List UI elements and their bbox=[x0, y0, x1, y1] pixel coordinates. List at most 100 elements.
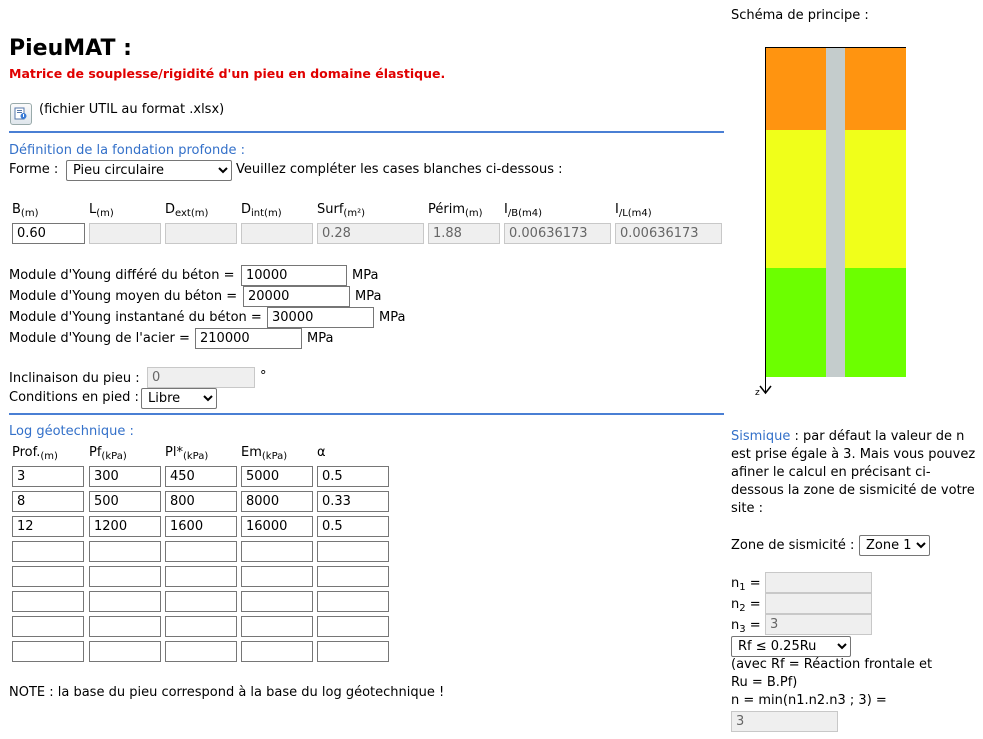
module-moyen-input[interactable] bbox=[243, 286, 350, 307]
log-cell[interactable] bbox=[317, 641, 389, 662]
log-column-header: α bbox=[317, 445, 326, 460]
log-cell[interactable] bbox=[317, 616, 389, 637]
log-cell[interactable] bbox=[317, 466, 389, 487]
module-acier-label: Module d'Young de l'acier = bbox=[9, 331, 190, 346]
log-cell[interactable] bbox=[241, 491, 313, 512]
log-cell[interactable] bbox=[165, 641, 237, 662]
module-differe-input[interactable] bbox=[241, 265, 347, 286]
param-input[interactable] bbox=[615, 223, 722, 244]
log-cell[interactable] bbox=[165, 491, 237, 512]
log-cell[interactable] bbox=[241, 541, 313, 562]
log-cell[interactable] bbox=[317, 566, 389, 587]
log-cell[interactable] bbox=[89, 491, 161, 512]
log-cell[interactable] bbox=[165, 591, 237, 612]
param-header: Dext(m) bbox=[165, 202, 209, 219]
n1-input[interactable] bbox=[765, 572, 872, 593]
log-cell[interactable] bbox=[89, 591, 161, 612]
instructions-text: Veuillez compléter les cases blanches ci… bbox=[236, 162, 563, 177]
log-cell[interactable] bbox=[89, 566, 161, 587]
conditions-label: Conditions en pied : bbox=[9, 390, 139, 405]
inclinaison-input[interactable] bbox=[147, 367, 255, 388]
param-input[interactable] bbox=[504, 223, 611, 244]
n3-label: n3 = bbox=[731, 618, 761, 635]
log-cell[interactable] bbox=[12, 566, 84, 587]
depth-axis bbox=[765, 47, 766, 392]
log-cell[interactable] bbox=[12, 591, 84, 612]
log-cell[interactable] bbox=[317, 541, 389, 562]
file-download-icon bbox=[14, 107, 27, 120]
module-differe-unit: MPa bbox=[352, 268, 379, 283]
log-cell[interactable] bbox=[89, 616, 161, 637]
page-subtitle: Matrice de souplesse/rigidité d'un pieu … bbox=[9, 66, 446, 81]
axis-arrow-icon bbox=[759, 385, 772, 395]
module-acier-input[interactable] bbox=[195, 328, 302, 349]
log-cell[interactable] bbox=[165, 516, 237, 537]
log-cell[interactable] bbox=[89, 516, 161, 537]
section-log-title: Log géotechnique : bbox=[9, 424, 134, 439]
log-cell[interactable] bbox=[317, 591, 389, 612]
n3-input[interactable] bbox=[765, 614, 872, 635]
log-cell[interactable] bbox=[241, 516, 313, 537]
module-moyen-label: Module d'Young moyen du béton = bbox=[9, 289, 238, 304]
log-cell[interactable] bbox=[317, 491, 389, 512]
param-input[interactable] bbox=[241, 223, 313, 244]
divider bbox=[9, 131, 724, 133]
ground-line bbox=[765, 47, 906, 48]
forme-label: Forme : bbox=[9, 162, 59, 177]
avec-text-line1: (avec Rf = Réaction frontale et bbox=[731, 657, 933, 672]
log-cell[interactable] bbox=[317, 516, 389, 537]
log-cell[interactable] bbox=[12, 641, 84, 662]
module-instantane-unit: MPa bbox=[379, 310, 406, 325]
log-cell[interactable] bbox=[12, 616, 84, 637]
log-cell[interactable] bbox=[165, 466, 237, 487]
param-header: Surf(m²) bbox=[317, 202, 365, 219]
param-input[interactable] bbox=[89, 223, 161, 244]
n-result-input[interactable] bbox=[731, 711, 838, 732]
log-column-header: Pl*(kPa) bbox=[165, 445, 209, 462]
log-cell[interactable] bbox=[241, 466, 313, 487]
param-input[interactable] bbox=[165, 223, 237, 244]
rf-select[interactable]: Rf ≤ 0.25Ru bbox=[731, 636, 851, 657]
param-input[interactable] bbox=[428, 223, 500, 244]
param-header: I/B(m4) bbox=[504, 202, 542, 219]
conditions-select[interactable]: Libre bbox=[141, 388, 217, 409]
log-cell[interactable] bbox=[12, 516, 84, 537]
log-column-header: Prof.(m) bbox=[12, 445, 58, 462]
log-note: NOTE : la base du pieu correspond à la b… bbox=[9, 685, 445, 700]
page-title: PieuMAT : bbox=[9, 36, 132, 61]
param-header: B(m) bbox=[12, 202, 39, 219]
n1-label: n1 = bbox=[731, 576, 761, 593]
log-cell[interactable] bbox=[241, 616, 313, 637]
log-cell[interactable] bbox=[165, 566, 237, 587]
log-cell[interactable] bbox=[165, 541, 237, 562]
log-cell[interactable] bbox=[12, 466, 84, 487]
param-input[interactable] bbox=[317, 223, 424, 244]
log-cell[interactable] bbox=[165, 616, 237, 637]
log-cell[interactable] bbox=[241, 591, 313, 612]
log-cell[interactable] bbox=[89, 466, 161, 487]
log-cell[interactable] bbox=[241, 566, 313, 587]
log-column-header: Pf(kPa) bbox=[89, 445, 127, 462]
log-cell[interactable] bbox=[12, 541, 84, 562]
module-instantane-input[interactable] bbox=[267, 307, 374, 328]
n2-input[interactable] bbox=[765, 593, 872, 614]
log-cell[interactable] bbox=[12, 491, 84, 512]
module-moyen-unit: MPa bbox=[355, 289, 382, 304]
param-input[interactable] bbox=[12, 223, 85, 244]
inclinaison-label: Inclinaison du pieu : bbox=[9, 371, 140, 386]
pile-shaft bbox=[826, 47, 845, 377]
log-cell[interactable] bbox=[89, 641, 161, 662]
util-file-download-button[interactable] bbox=[10, 103, 32, 125]
util-file-label: (fichier UTIL au format .xlsx) bbox=[39, 102, 225, 117]
module-instantane-label: Module d'Young instantané du béton = bbox=[9, 310, 262, 325]
inclinaison-unit: ° bbox=[260, 369, 267, 384]
param-header: Périm(m) bbox=[428, 202, 483, 219]
divider bbox=[9, 413, 724, 415]
log-cell[interactable] bbox=[241, 641, 313, 662]
forme-select[interactable]: Pieu circulaire bbox=[66, 160, 232, 181]
log-cell[interactable] bbox=[89, 541, 161, 562]
zone-select[interactable]: Zone 1 bbox=[859, 535, 930, 556]
param-header: I/L(m4) bbox=[615, 202, 652, 219]
n2-label: n2 = bbox=[731, 597, 761, 614]
sismique-paragraph: Sismique : par défaut la valeur de n est… bbox=[731, 429, 976, 516]
